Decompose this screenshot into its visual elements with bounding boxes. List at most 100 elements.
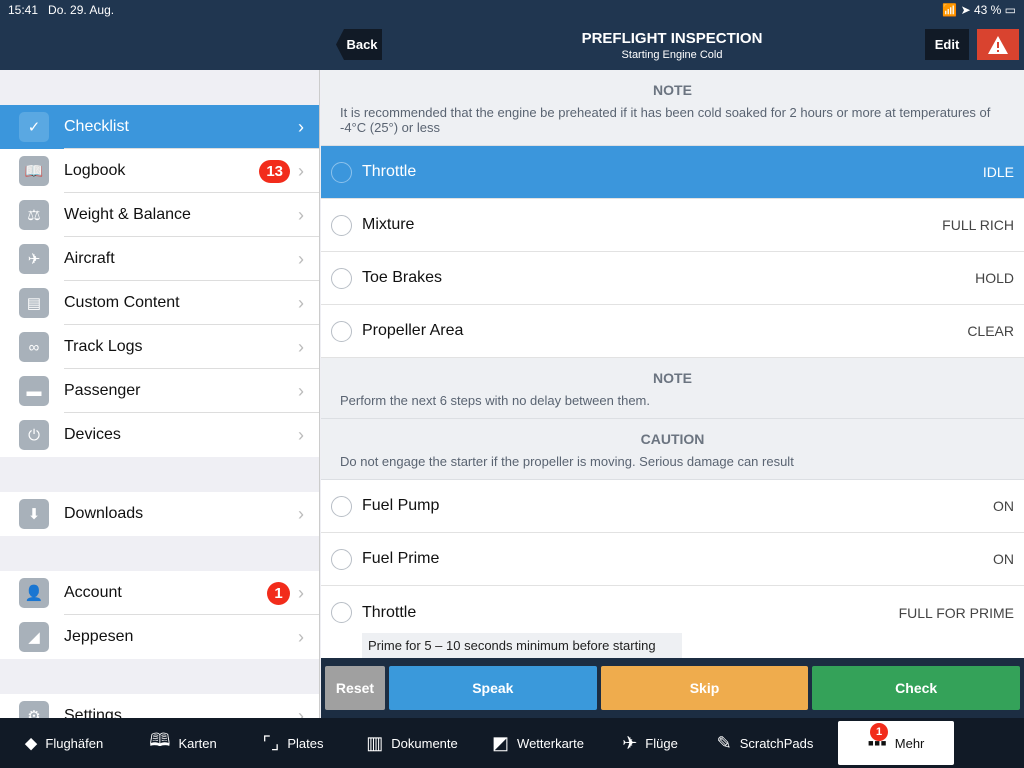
- sidebar-item-downloads[interactable]: ⬇ Downloads ›: [0, 492, 319, 536]
- sidebar-item-label: Logbook: [64, 162, 126, 179]
- track-logs-icon: ∞: [19, 332, 49, 362]
- caution-block: CAUTION Do not engage the starter if the…: [321, 419, 1024, 480]
- tab-flüge[interactable]: ✈ Flüge: [600, 721, 700, 765]
- tab-wetterkarte[interactable]: ◩ Wetterkarte: [476, 721, 600, 765]
- sidebar-item-label: Settings: [64, 707, 122, 718]
- sidebar-item-label: Passenger: [64, 382, 141, 399]
- note-text: It is recommended that the engine be pre…: [340, 105, 991, 135]
- item-value: CLEAR: [967, 323, 1014, 339]
- sidebar-item-devices[interactable]: ⏻ Devices ›: [0, 413, 319, 457]
- radio-circle-icon[interactable]: [331, 320, 352, 342]
- checklist-row[interactable]: Propeller Area CLEAR: [321, 305, 1024, 358]
- check-button[interactable]: Check: [812, 666, 1021, 710]
- radio-circle-icon[interactable]: [331, 495, 352, 517]
- dokumente-icon: ▥: [366, 732, 384, 753]
- sidebar-item-passenger[interactable]: ▬ Passenger ›: [0, 369, 319, 413]
- chevron-right-icon: ›: [298, 248, 304, 269]
- tab-label: Flughäfen: [45, 735, 104, 751]
- sidebar-item-track-logs[interactable]: ∞ Track Logs ›: [0, 325, 319, 369]
- checklist-row[interactable]: Fuel Prime ON: [321, 533, 1024, 586]
- tab-karten[interactable]: 🕮 Karten: [128, 721, 238, 765]
- sidebar-item-aircraft[interactable]: ✈ Aircraft ›: [0, 237, 319, 281]
- speak-button[interactable]: Speak: [389, 666, 597, 710]
- count-badge: 13: [259, 159, 290, 183]
- edit-button[interactable]: Edit: [925, 29, 969, 60]
- item-value: IDLE: [982, 164, 1014, 180]
- checklist-row[interactable]: Mixture FULL RICH: [321, 199, 1024, 252]
- back-button[interactable]: Back: [336, 29, 382, 60]
- status-time: 15:41 Do. 29. Aug.: [8, 3, 115, 17]
- sidebar-item-settings[interactable]: ⚙ Settings ›: [0, 694, 319, 718]
- radio-circle-icon[interactable]: [331, 602, 352, 623]
- subtitle: Starting Engine Cold: [621, 49, 723, 61]
- sidebar-item-label: Aircraft: [64, 250, 115, 267]
- note-heading: NOTE: [653, 82, 692, 98]
- tab-flughäfen[interactable]: ⬥ Flughäfen: [0, 721, 128, 765]
- checklist-row[interactable]: Throttle IDLE: [321, 146, 1024, 199]
- chevron-right-icon: ›: [298, 204, 304, 225]
- chevron-right-icon: ›: [298, 582, 304, 603]
- wetterkarte-icon: ◩: [492, 732, 510, 753]
- sidebar-item-checklist[interactable]: ✓ Checklist ›: [0, 105, 319, 149]
- warning-icon: [988, 35, 1008, 54]
- action-bar: Reset Speak Skip Check: [321, 658, 1024, 718]
- tab-scratchpads[interactable]: ✎ ScratchPads: [700, 721, 830, 765]
- account-icon: 👤: [19, 578, 49, 608]
- radio-circle-icon[interactable]: [331, 267, 352, 289]
- sidebar-item-account[interactable]: 👤 Account 1 ›: [0, 571, 319, 615]
- sidebar-item-weight-balance[interactable]: ⚖ Weight & Balance ›: [0, 193, 319, 237]
- passenger-icon: ▬: [19, 376, 49, 406]
- note-text: Perform the next 6 steps with no delay b…: [340, 393, 651, 408]
- tab-badge: 1: [870, 723, 888, 741]
- settings-icon: ⚙: [19, 701, 49, 718]
- caution-heading: CAUTION: [640, 431, 705, 447]
- reset-button[interactable]: Reset: [325, 666, 385, 710]
- note-block: NOTE It is recommended that the engine b…: [321, 70, 1024, 146]
- checklist-row[interactable]: Toe Brakes HOLD: [321, 252, 1024, 305]
- sidebar-item-jeppesen[interactable]: ◢ Jeppesen ›: [0, 615, 319, 659]
- sidebar-item-label: Track Logs: [64, 338, 143, 355]
- item-name: Fuel Prime: [362, 550, 440, 567]
- tab-mehr[interactable]: ▪▪▪ Mehr 1: [838, 721, 954, 765]
- scratchpads-icon: ✎: [716, 732, 732, 753]
- checklist-row[interactable]: Fuel Pump ON: [321, 480, 1024, 533]
- tab-label: Mehr: [894, 735, 925, 751]
- item-name: Mixture: [362, 216, 415, 233]
- chevron-right-icon: ›: [298, 292, 304, 313]
- count-badge: 1: [267, 581, 290, 605]
- tab-label: Dokumente: [391, 735, 458, 751]
- item-value: FULL FOR PRIME: [898, 604, 1014, 621]
- sidebar-item-custom-content[interactable]: ▤ Custom Content ›: [0, 281, 319, 325]
- caution-text: Do not engage the starter if the propell…: [340, 454, 794, 469]
- radio-circle-icon[interactable]: [331, 214, 352, 236]
- note-block: NOTE Perform the next 6 steps with no de…: [321, 358, 1024, 419]
- chevron-right-icon: ›: [298, 503, 304, 524]
- sidebar-item-label: Custom Content: [64, 294, 180, 311]
- sidebar-item-label: Downloads: [64, 505, 144, 522]
- chevron-right-icon: ›: [298, 116, 304, 137]
- warning-button[interactable]: [977, 29, 1019, 60]
- chevron-right-icon: ›: [298, 626, 304, 647]
- chevron-right-icon: ›: [298, 336, 304, 357]
- tab-label: Wetterkarte: [517, 735, 584, 751]
- checklist-row[interactable]: Throttle FULL FOR PRIME: [321, 586, 1024, 639]
- status-bar: 15:41 Do. 29. Aug. 📶 ➤ 43 % ▭: [0, 0, 1024, 20]
- radio-circle-icon[interactable]: [331, 548, 352, 570]
- chevron-right-icon: ›: [298, 380, 304, 401]
- sidebar-item-label: Jeppesen: [64, 628, 134, 645]
- sidebar-item-logbook[interactable]: 📖 Logbook 13 ›: [0, 149, 319, 193]
- tab-label: Flüge: [645, 735, 678, 751]
- status-right: 📶 ➤ 43 % ▭: [942, 3, 1016, 17]
- item-name: Toe Brakes: [362, 269, 443, 286]
- item-name: Fuel Pump: [362, 497, 440, 514]
- chevron-right-icon: ›: [298, 424, 304, 445]
- tab-dokumente[interactable]: ▥ Dokumente: [348, 721, 476, 765]
- tab-bar: ⬥ Flughäfen 🕮 Karten ⌜⌟ Plates ▥ Dokumente ◩ Wett…: [0, 718, 1024, 768]
- skip-button[interactable]: Skip: [600, 666, 809, 710]
- checklist-icon: ✓: [19, 112, 49, 142]
- item-value: FULL RICH: [942, 217, 1014, 233]
- tab-plates[interactable]: ⌜⌟ Plates: [238, 721, 348, 765]
- item-name: Throttle: [362, 163, 417, 180]
- radio-circle-icon[interactable]: [331, 161, 352, 183]
- item-value: ON: [993, 551, 1014, 567]
